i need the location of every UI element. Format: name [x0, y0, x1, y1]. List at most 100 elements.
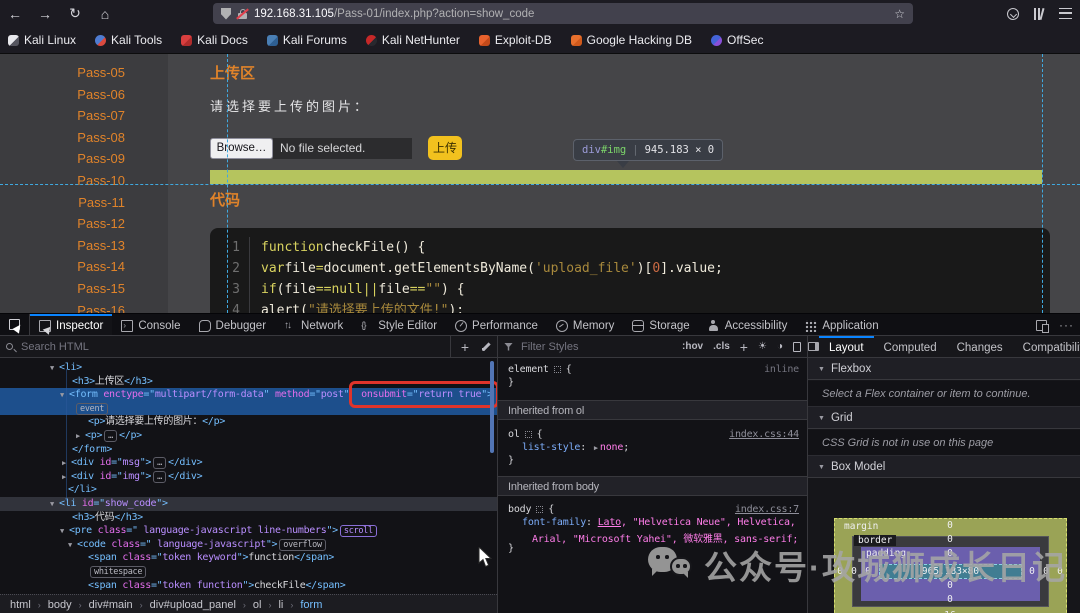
- markup-scrollbar[interactable]: [490, 361, 494, 453]
- sidebar-item-pass-10[interactable]: Pass-10: [0, 170, 168, 192]
- markup-row[interactable]: <span class="token function">checkFile</…: [0, 579, 497, 593]
- element-rule[interactable]: element{ inline: [498, 364, 807, 375]
- responsive-design-icon[interactable]: [1036, 319, 1049, 333]
- bookmark-item[interactable]: Google Hacking DB: [570, 33, 692, 47]
- markup-row[interactable]: ▼ <li>: [0, 361, 497, 375]
- class-toggle[interactable]: .cls: [713, 341, 730, 352]
- bookmark-item[interactable]: OffSec: [711, 33, 763, 47]
- markup-row[interactable]: ▶ <p>… </p>: [0, 429, 497, 443]
- highlight-target-icon[interactable]: [553, 365, 561, 373]
- breadcrumb-item-form[interactable]: form: [300, 599, 322, 611]
- stylesheet-link[interactable]: index.css:7: [735, 504, 799, 515]
- markup-row[interactable]: ▶ <div id="msg">… </div>: [0, 456, 497, 470]
- filter-styles-input[interactable]: [519, 339, 682, 354]
- sidebar-item-pass-08[interactable]: Pass-08: [0, 127, 168, 149]
- expand-icon[interactable]: ▶: [594, 444, 598, 452]
- tab-network[interactable]: ↑↓ Network: [275, 314, 352, 335]
- breadcrumb-item-ol[interactable]: ol: [253, 599, 262, 611]
- markup-row[interactable]: ▼ <pre class=" language-javascript line-n…: [0, 524, 497, 538]
- twisty-icon[interactable]: ▼: [60, 389, 69, 403]
- tab-computed[interactable]: Computed: [874, 336, 947, 357]
- sidebar-item-pass-16[interactable]: Pass-16: [0, 300, 168, 313]
- tab-storage[interactable]: Storage: [623, 314, 698, 335]
- sidebar-item-pass-07[interactable]: Pass-07: [0, 105, 168, 127]
- sidebar-item-pass-06[interactable]: Pass-06: [0, 84, 168, 106]
- twisty-icon[interactable]: ▼: [60, 525, 69, 539]
- breadcrumb-item-li[interactable]: li: [278, 599, 283, 611]
- menu-icon[interactable]: [1059, 8, 1072, 19]
- markup-row[interactable]: <h3>代码</h3>: [0, 511, 497, 525]
- tab-application[interactable]: Application: [796, 314, 887, 335]
- markup-row[interactable]: ▼ <code class=" language-javascript"> over…: [0, 538, 497, 552]
- tab-debugger[interactable]: Debugger: [190, 314, 276, 335]
- markup-row[interactable]: ▼ <li id="show_code">: [0, 496, 497, 512]
- markup-row[interactable]: <span class="token keyword">function</sp…: [0, 551, 497, 565]
- forward-icon[interactable]: →: [30, 6, 60, 22]
- bookmark-item[interactable]: Kali Linux: [8, 33, 76, 47]
- highlight-target-icon[interactable]: [524, 430, 532, 438]
- tab-style-editor[interactable]: {} Style Editor: [352, 314, 446, 335]
- bookmark-item[interactable]: Exploit-DB: [478, 33, 552, 47]
- bookmark-item[interactable]: Kali Docs: [181, 33, 248, 47]
- twisty-icon[interactable]: ▼: [50, 362, 59, 376]
- bookmark-item[interactable]: Kali NetHunter: [365, 33, 460, 47]
- url-bar[interactable]: 192.168.31.105/Pass-01/index.php?action=…: [213, 3, 913, 24]
- twisty-icon[interactable]: ▼: [68, 539, 77, 553]
- boxmodel-section-header[interactable]: ▼ Box Model: [808, 456, 1080, 478]
- tab-accessibility[interactable]: Accessibility: [699, 314, 797, 335]
- bookmark-star-icon[interactable]: ☆: [894, 7, 905, 21]
- markup-row[interactable]: </li>: [0, 483, 497, 497]
- sidebar-item-pass-14[interactable]: Pass-14: [0, 256, 168, 278]
- breadcrumb-item-div-main[interactable]: div#main: [89, 599, 133, 611]
- insecure-lock-icon[interactable]: [236, 7, 249, 20]
- home-icon[interactable]: ⌂: [90, 6, 120, 22]
- tab-changes[interactable]: Changes: [947, 336, 1013, 357]
- light-theme-icon[interactable]: ☀: [758, 341, 767, 352]
- browse-button[interactable]: Browse…: [210, 138, 273, 159]
- panel-toggle-button[interactable]: [808, 336, 819, 357]
- grid-section-header[interactable]: ▼ Grid: [808, 407, 1080, 429]
- markup-row[interactable]: <p>请选择要上传的图片：</p>: [0, 415, 497, 429]
- sidebar-item-pass-15[interactable]: Pass-15: [0, 278, 168, 300]
- breadcrumb-item-html[interactable]: html: [10, 599, 31, 611]
- pocket-icon[interactable]: [1007, 7, 1019, 20]
- tab-inspector[interactable]: Inspector: [30, 314, 113, 335]
- twisty-icon[interactable]: ▼: [50, 498, 59, 512]
- highlight-target-icon[interactable]: [536, 505, 544, 513]
- eyedropper-icon[interactable]: [481, 342, 491, 352]
- sidebar-item-pass-12[interactable]: Pass-12: [0, 213, 168, 235]
- breadcrumb-item-div-upload-panel[interactable]: div#upload_panel: [150, 599, 236, 611]
- stylesheet-link[interactable]: index.css:44: [729, 429, 799, 440]
- markup-row[interactable]: ▶ <div id="img">… </div>: [0, 470, 497, 484]
- tab-memory[interactable]: Memory: [547, 314, 624, 335]
- pick-element-button[interactable]: [0, 314, 30, 335]
- file-input-status[interactable]: No file selected.: [273, 138, 412, 159]
- pseudo-class-toggle[interactable]: :hov: [682, 341, 703, 352]
- markup-row[interactable]: </form>: [0, 443, 497, 457]
- sidebar-item-pass-13[interactable]: Pass-13: [0, 235, 168, 257]
- search-html-input[interactable]: [19, 339, 450, 354]
- sidebar-item-pass-05[interactable]: Pass-05: [0, 62, 168, 84]
- tab-compatibility[interactable]: Compatibility: [1013, 336, 1080, 357]
- library-icon[interactable]: [1033, 7, 1045, 20]
- upload-button[interactable]: 上传: [428, 136, 462, 160]
- breadcrumb-item-body[interactable]: body: [48, 599, 72, 611]
- flexbox-section-header[interactable]: ▼ Flexbox: [808, 358, 1080, 380]
- body-rule[interactable]: body{ index.css:7: [498, 504, 807, 515]
- back-icon[interactable]: ←: [0, 6, 30, 22]
- url-text[interactable]: 192.168.31.105/Pass-01/index.php?action=…: [254, 8, 888, 20]
- print-media-icon[interactable]: [793, 341, 801, 352]
- tab-layout[interactable]: Layout: [819, 336, 874, 357]
- markup-row[interactable]: whitespace: [0, 565, 497, 579]
- bookmark-item[interactable]: Kali Forums: [266, 33, 347, 47]
- margin-top-value[interactable]: 0: [940, 520, 960, 531]
- twisty-icon[interactable]: ▶: [76, 430, 85, 444]
- add-rule-icon[interactable]: +: [740, 340, 748, 354]
- tab-performance[interactable]: Performance: [446, 314, 547, 335]
- reload-icon[interactable]: ↻: [60, 5, 90, 22]
- border-bottom-value[interactable]: 0: [940, 594, 960, 605]
- sidebar-item-pass-11[interactable]: Pass-11: [0, 192, 168, 214]
- tab-console[interactable]: › Console: [112, 314, 189, 335]
- markup-row[interactable]: ▼ <form enctype="multipart/form-data" met…: [0, 381, 497, 409]
- shield-icon[interactable]: [221, 7, 231, 20]
